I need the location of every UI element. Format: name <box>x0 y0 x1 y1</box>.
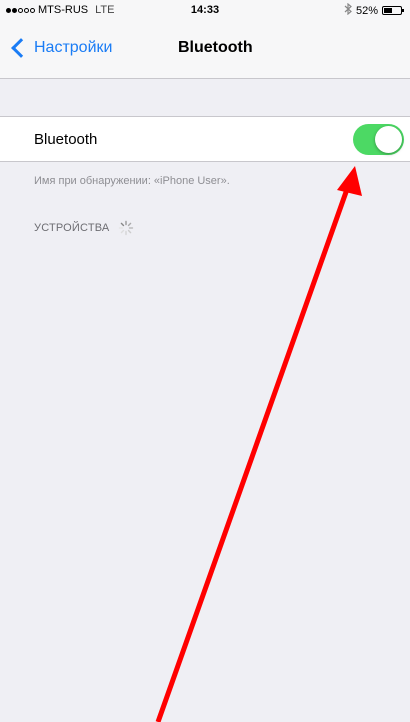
navigation-bar: Настройки Bluetooth <box>0 20 410 79</box>
page-title: Bluetooth <box>178 39 253 56</box>
battery-fill <box>384 8 393 13</box>
back-button-label: Настройки <box>34 39 113 56</box>
bluetooth-settings-screen: MTS-RUS LTE 14:33 52% Настройки Bluetoot… <box>0 0 410 722</box>
battery-icon <box>382 6 404 15</box>
chevron-left-icon <box>11 38 31 58</box>
devices-section-header: УСТРОЙСТВА <box>34 220 134 236</box>
status-right-group: 52% <box>344 2 404 18</box>
bluetooth-setting-row: Bluetooth <box>0 116 410 162</box>
devices-header-label: УСТРОЙСТВА <box>34 222 110 234</box>
arrow-shaft <box>155 177 354 722</box>
loading-spinner-icon <box>119 220 134 236</box>
toggle-knob <box>375 126 402 153</box>
bluetooth-row-label: Bluetooth <box>34 130 98 148</box>
bluetooth-icon <box>344 2 352 18</box>
bluetooth-toggle[interactable] <box>353 124 404 155</box>
arrow-head <box>337 166 362 196</box>
red-arrow-annotation <box>155 166 362 722</box>
status-bar: MTS-RUS LTE 14:33 52% <box>0 0 410 20</box>
back-button[interactable]: Настройки <box>8 38 113 58</box>
battery-percent: 52% <box>355 4 378 17</box>
discoverable-name-note: Имя при обнаружении: «iPhone User». <box>34 175 230 187</box>
